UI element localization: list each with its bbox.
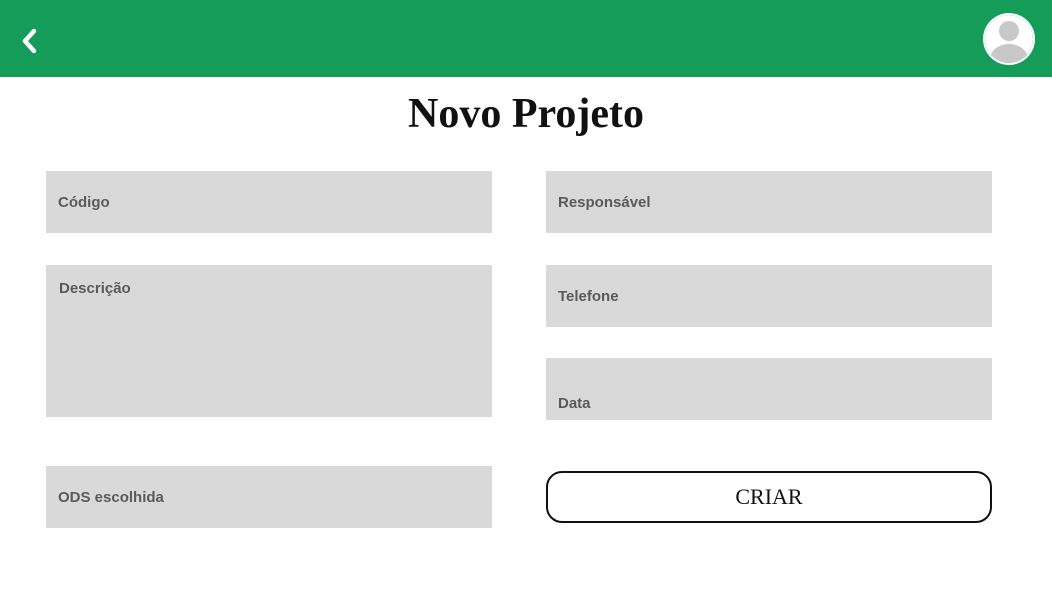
page-title: Novo Projeto: [408, 91, 644, 137]
avatar[interactable]: [981, 11, 1037, 67]
app-header: [0, 0, 1052, 77]
descricao-field[interactable]: [46, 265, 492, 417]
data-field[interactable]: [546, 358, 992, 420]
ods-field[interactable]: [46, 466, 492, 528]
back-button[interactable]: [14, 24, 44, 58]
chevron-left-icon: [22, 28, 37, 54]
codigo-field[interactable]: [46, 171, 492, 233]
user-avatar-icon: [983, 13, 1035, 65]
responsavel-field[interactable]: [546, 171, 992, 233]
criar-button[interactable]: CRIAR: [546, 471, 992, 523]
telefone-field[interactable]: [546, 265, 992, 327]
